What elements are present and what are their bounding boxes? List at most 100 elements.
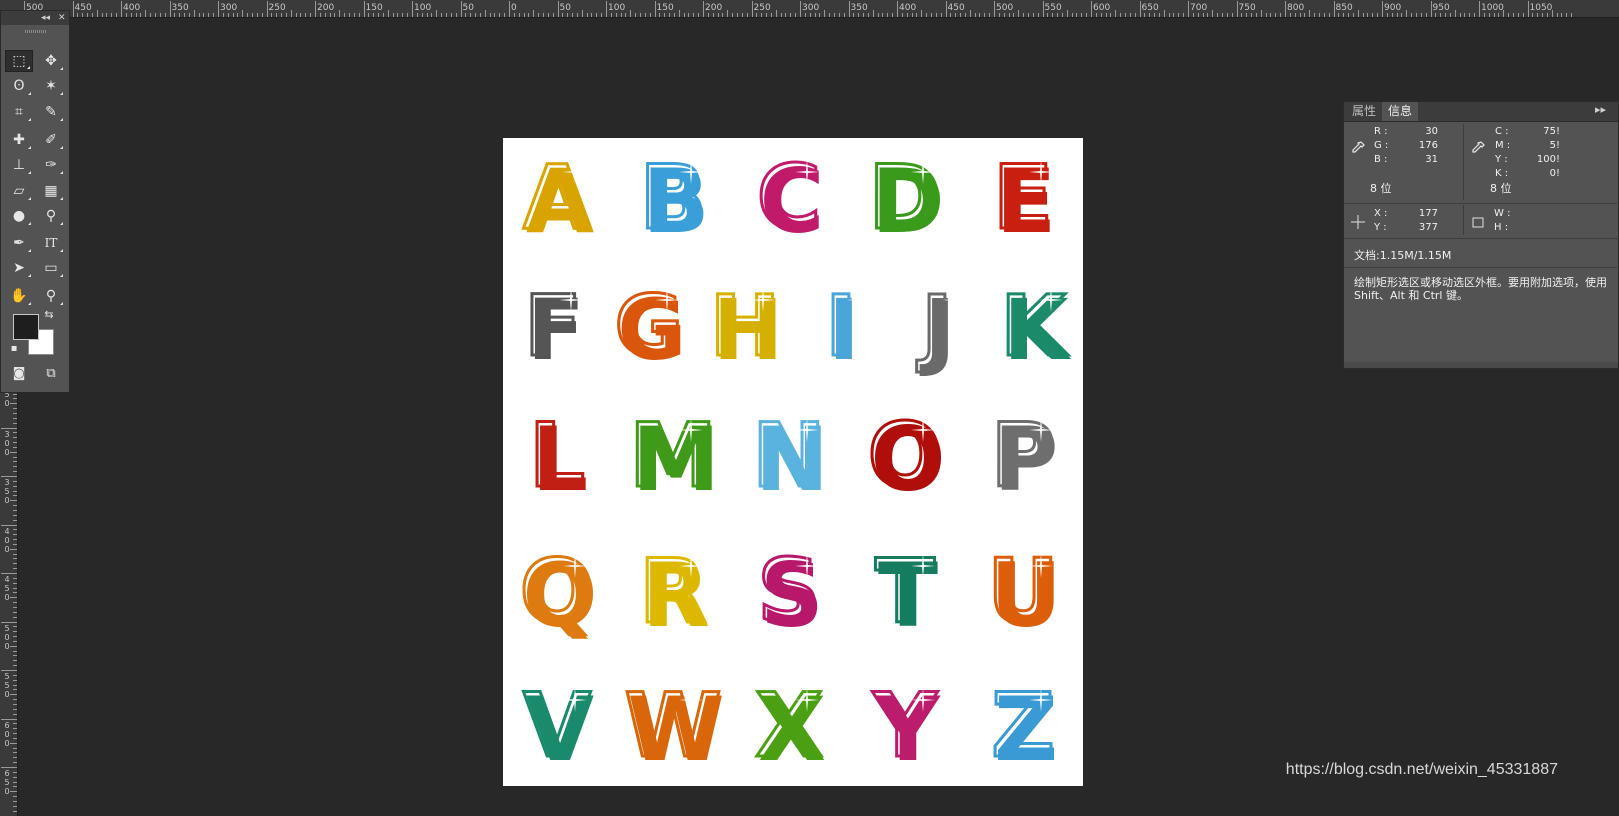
ruler-major-tick bbox=[363, 1, 365, 17]
ruler-minor-tick bbox=[1163, 10, 1165, 17]
ruler-minor-tick bbox=[766, 13, 768, 17]
letter-p: P bbox=[971, 402, 1075, 510]
ruler-minor-tick bbox=[348, 13, 350, 17]
ruler-minor-tick bbox=[1231, 13, 1233, 17]
ruler-label: 150 bbox=[656, 3, 674, 13]
ruler-minor-tick bbox=[504, 13, 506, 17]
ruler-minor-tick bbox=[13, 422, 17, 424]
ruler-minor-tick bbox=[13, 461, 17, 463]
ruler-label: 500 bbox=[996, 3, 1014, 13]
g-value: 176 bbox=[1418, 140, 1438, 151]
ruler-minor-tick bbox=[13, 626, 17, 628]
ruler-minor-tick bbox=[203, 13, 205, 17]
default-colors-icon[interactable]: ▪ bbox=[4, 340, 24, 356]
ruler-minor-tick bbox=[13, 577, 17, 579]
rectangular-marquee-tool[interactable]: ⬚ bbox=[5, 50, 33, 72]
brush-tool[interactable]: ✐ bbox=[37, 129, 65, 151]
ruler-minor-tick bbox=[436, 10, 438, 17]
ruler-minor-tick bbox=[1522, 13, 1524, 17]
ruler-minor-tick bbox=[1280, 13, 1282, 17]
ruler-minor-tick bbox=[1018, 10, 1020, 17]
ruler-minor-tick bbox=[974, 13, 976, 17]
ruler-minor-tick bbox=[1027, 13, 1029, 17]
ruler-minor-tick bbox=[795, 13, 797, 17]
ruler-minor-tick bbox=[572, 13, 574, 17]
ruler-minor-tick bbox=[368, 13, 370, 17]
ruler-minor-tick bbox=[13, 534, 17, 536]
ruler-minor-tick bbox=[237, 13, 239, 17]
ruler-label: 4 0 0 bbox=[4, 526, 10, 554]
ruler-major-tick bbox=[460, 1, 462, 17]
zoom-tool[interactable]: ⚲ bbox=[37, 285, 65, 307]
crop-tool[interactable]: ⌗ bbox=[5, 101, 33, 123]
magic-wand-tool[interactable]: ✶ bbox=[37, 75, 65, 97]
ruler-minor-tick bbox=[1561, 13, 1563, 17]
letter-glyph: U bbox=[986, 540, 1060, 643]
lasso-tool[interactable]: ʘ bbox=[5, 75, 33, 97]
ruler-minor-tick bbox=[1294, 13, 1296, 17]
horizontal-ruler[interactable]: 500 450 400 350 300 250 200 150 100 50 0 50 100 150 20… bbox=[0, 0, 1619, 18]
foreground-color-swatch[interactable] bbox=[13, 314, 39, 340]
eyedropper-icon[interactable] bbox=[1470, 140, 1486, 156]
letter-s: S bbox=[737, 538, 841, 646]
type-tool[interactable]: IT bbox=[37, 232, 65, 254]
ruler-minor-tick bbox=[1260, 10, 1262, 17]
hand-tool[interactable]: ✋ bbox=[5, 285, 33, 307]
tools-panel-header[interactable]: ◂◂ ✕ bbox=[1, 11, 69, 25]
ruler-minor-tick bbox=[1343, 13, 1345, 17]
quick-mask-icon[interactable]: ◙ bbox=[5, 362, 33, 384]
ruler-minor-tick bbox=[407, 13, 409, 17]
ruler-minor-tick bbox=[683, 13, 685, 17]
pen-tool[interactable]: ✒ bbox=[5, 232, 33, 254]
ruler-label: 200 bbox=[317, 3, 335, 13]
ruler-minor-tick bbox=[402, 13, 404, 17]
ruler-label: 50 bbox=[462, 3, 474, 13]
eyedropper-tool[interactable]: ✎ bbox=[37, 101, 65, 123]
tab-properties[interactable]: 属性 bbox=[1346, 102, 1382, 121]
k-label: K : bbox=[1495, 168, 1509, 179]
screen-mode-icon[interactable]: ⧉ bbox=[37, 362, 65, 384]
ruler-minor-tick bbox=[1081, 13, 1083, 17]
ruler-minor-tick bbox=[1352, 13, 1354, 17]
clone-stamp-tool[interactable]: ⊥ bbox=[5, 154, 33, 176]
tab-info[interactable]: 信息 bbox=[1382, 102, 1419, 121]
ruler-minor-tick bbox=[13, 529, 17, 531]
collapse-icon[interactable]: ◂◂ bbox=[41, 12, 50, 24]
healing-brush-tool[interactable]: ✚ bbox=[5, 129, 33, 151]
history-brush-tool[interactable]: ✑ bbox=[37, 154, 65, 176]
ruler-label: 5 0 0 bbox=[4, 623, 10, 651]
ruler-minor-tick bbox=[489, 13, 491, 17]
ruler-minor-tick bbox=[892, 13, 894, 17]
ruler-label: 1000 bbox=[1481, 3, 1504, 13]
swap-colors-icon[interactable]: ⇆ bbox=[36, 306, 62, 322]
ruler-major-tick bbox=[1285, 1, 1286, 17]
flyout-indicator bbox=[60, 197, 63, 200]
document-canvas[interactable]: ABCDE FGHIJK LMNOP QRSTU VWXYZ bbox=[503, 138, 1083, 786]
ruler-minor-tick bbox=[979, 13, 981, 17]
letter-glyph: G bbox=[613, 277, 685, 375]
close-icon[interactable]: ✕ bbox=[58, 12, 66, 24]
grip-handle[interactable] bbox=[25, 30, 47, 33]
ruler-label: 800 bbox=[1287, 3, 1305, 13]
divider bbox=[1344, 203, 1619, 204]
rectangle-tool[interactable]: ▭ bbox=[37, 257, 65, 279]
dodge-tool[interactable]: ⚲ bbox=[37, 205, 65, 227]
path-selection-tool[interactable]: ➤ bbox=[5, 257, 33, 279]
ruler-minor-tick bbox=[1377, 13, 1379, 17]
gradient-tool[interactable]: ▦ bbox=[37, 180, 65, 202]
letter-y: Y bbox=[853, 672, 957, 780]
cmyk-bit-depth: 8 位 bbox=[1490, 182, 1512, 195]
eraser-tool[interactable]: ▱ bbox=[5, 180, 33, 202]
ruler-minor-tick bbox=[445, 13, 447, 17]
ruler-label: 3 0 0 bbox=[4, 429, 10, 457]
move-tool[interactable]: ✥ bbox=[37, 50, 65, 72]
photoshop-workspace: 500 450 400 350 300 250 200 150 100 50 0 50 100 150 20… bbox=[0, 0, 1619, 816]
panel-resize-handle[interactable] bbox=[1344, 362, 1618, 368]
ruler-minor-tick bbox=[13, 466, 17, 468]
ruler-minor-tick bbox=[378, 13, 380, 17]
eyedropper-icon[interactable] bbox=[1350, 140, 1366, 156]
ruler-minor-tick bbox=[188, 13, 190, 17]
panel-menu-icon[interactable]: ▸▸ bbox=[1595, 103, 1606, 116]
blur-tool[interactable]: ● bbox=[5, 205, 33, 227]
ruler-major-tick bbox=[266, 1, 268, 17]
